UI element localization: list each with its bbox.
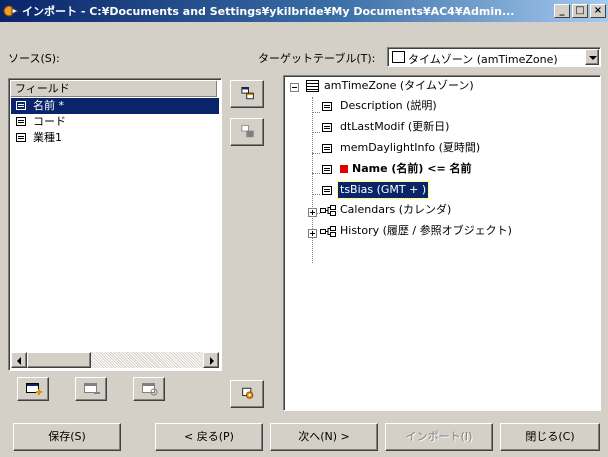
gear-icon: [242, 387, 254, 399]
tree-connector: [312, 153, 320, 154]
tree-node-label: Description (説明): [340, 99, 437, 112]
field-icon: [322, 165, 332, 174]
app-icon: [3, 3, 20, 19]
field-icon: [322, 186, 332, 195]
tree-node-label: Calendars (カレンダ): [340, 203, 452, 216]
list-item-label: 業種1: [33, 131, 62, 144]
target-table-label: ターゲットテーブル(T):: [258, 52, 376, 65]
table-icon: [392, 51, 405, 63]
list-item-label: 名前 *: [33, 99, 64, 112]
tree-connector: [312, 173, 320, 174]
edit-field-icon: [142, 383, 158, 396]
arrow-right-icon: [210, 357, 214, 365]
scroll-right-button[interactable]: [203, 352, 219, 368]
tree-node-memdaylightinfo[interactable]: memDaylightInfo (夏時間): [320, 140, 590, 156]
tree-connector: [312, 97, 313, 263]
list-item-label: コード: [33, 115, 66, 128]
field-icon: [16, 133, 26, 142]
link-icon: [320, 205, 336, 216]
link-icon: [320, 226, 336, 237]
chevron-down-icon: [589, 56, 597, 60]
tree-node-label: Name (名前) <= 名前: [352, 162, 472, 175]
list-item-industry[interactable]: 業種1: [11, 130, 219, 146]
field-icon: [16, 101, 26, 110]
map-field-icon: [241, 87, 254, 100]
edit-field-button[interactable]: [133, 377, 165, 401]
remove-field-icon: [84, 383, 100, 394]
tree-node-tsbias[interactable]: tsBias (GMT + ): [320, 181, 590, 199]
list-item-code[interactable]: コード: [11, 114, 219, 130]
field-icon: [322, 123, 332, 132]
target-table-select[interactable]: タイムゾーン (amTimeZone): [387, 47, 601, 67]
options-button[interactable]: [230, 380, 264, 408]
expand-toggle[interactable]: [308, 208, 317, 217]
back-button[interactable]: < 戻る(P): [155, 423, 263, 451]
scroll-left-button[interactable]: [11, 352, 27, 368]
tree-node-root[interactable]: amTimeZone (タイムゾーン): [304, 78, 594, 94]
tree-connector: [312, 132, 320, 133]
field-icon: [16, 117, 26, 126]
field-icon: [322, 102, 332, 111]
tree-node-label: History (履歴 / 参照オブジェクト): [340, 224, 512, 237]
source-field-list[interactable]: フィールド 名前 * コード 業種1: [8, 78, 222, 371]
target-table-value: タイムゾーン (amTimeZone): [408, 53, 558, 66]
unmap-field-button[interactable]: [230, 118, 264, 146]
tree-node-description[interactable]: Description (説明): [320, 98, 590, 114]
source-label: ソース(S):: [8, 52, 60, 65]
scroll-thumb[interactable]: [27, 352, 91, 368]
tree-node-dtlastmodif[interactable]: dtLastModif (更新日): [320, 119, 590, 135]
save-button[interactable]: 保存(S): [13, 423, 121, 451]
minimize-icon: _: [559, 5, 565, 16]
add-field-button[interactable]: [17, 377, 49, 401]
table-icon: [306, 80, 319, 92]
mapped-marker-icon: [340, 165, 348, 173]
arrow-left-icon: [17, 357, 21, 365]
window-title: インポート - C:¥Documents and Settings¥ykilbr…: [22, 5, 515, 18]
tree-connector: [312, 194, 320, 195]
tree-node-calendars[interactable]: Calendars (カレンダ): [320, 202, 590, 218]
minimize-button[interactable]: _: [554, 4, 570, 18]
target-field-tree[interactable]: amTimeZone (タイムゾーン) Description (説明) dtL…: [283, 75, 601, 411]
dropdown-button[interactable]: [585, 49, 599, 65]
import-button[interactable]: インポート(I): [385, 423, 493, 451]
list-item-name[interactable]: 名前 *: [11, 98, 219, 114]
tree-node-label: amTimeZone (タイムゾーン): [324, 79, 474, 92]
expand-toggle[interactable]: [308, 229, 317, 238]
collapse-toggle[interactable]: [290, 83, 299, 92]
tree-node-label: dtLastModif (更新日): [340, 120, 450, 133]
tree-node-label: memDaylightInfo (夏時間): [340, 141, 481, 154]
remove-field-button[interactable]: [75, 377, 107, 401]
tree-connector: [312, 112, 320, 113]
unmap-field-icon: [241, 125, 254, 138]
maximize-icon: □: [575, 5, 585, 16]
map-field-button[interactable]: [230, 80, 264, 108]
tree-node-history[interactable]: History (履歴 / 参照オブジェクト): [320, 223, 590, 239]
maximize-button[interactable]: □: [572, 4, 588, 18]
scroll-track[interactable]: [27, 352, 203, 368]
field-column-header[interactable]: フィールド: [11, 81, 217, 97]
close-button[interactable]: ×: [590, 4, 606, 18]
tree-node-name-mapped[interactable]: Name (名前) <= 名前: [320, 161, 590, 177]
next-button[interactable]: 次へ(N) >: [270, 423, 378, 451]
close-icon: ×: [593, 5, 603, 16]
add-field-icon: [26, 383, 42, 395]
tree-node-label: tsBias (GMT + ): [336, 181, 430, 199]
field-icon: [322, 144, 332, 153]
horizontal-scrollbar[interactable]: [11, 352, 219, 368]
title-bar[interactable]: インポート - C:¥Documents and Settings¥ykilbr…: [0, 0, 608, 22]
close-dialog-button[interactable]: 閉じる(C): [500, 423, 600, 451]
